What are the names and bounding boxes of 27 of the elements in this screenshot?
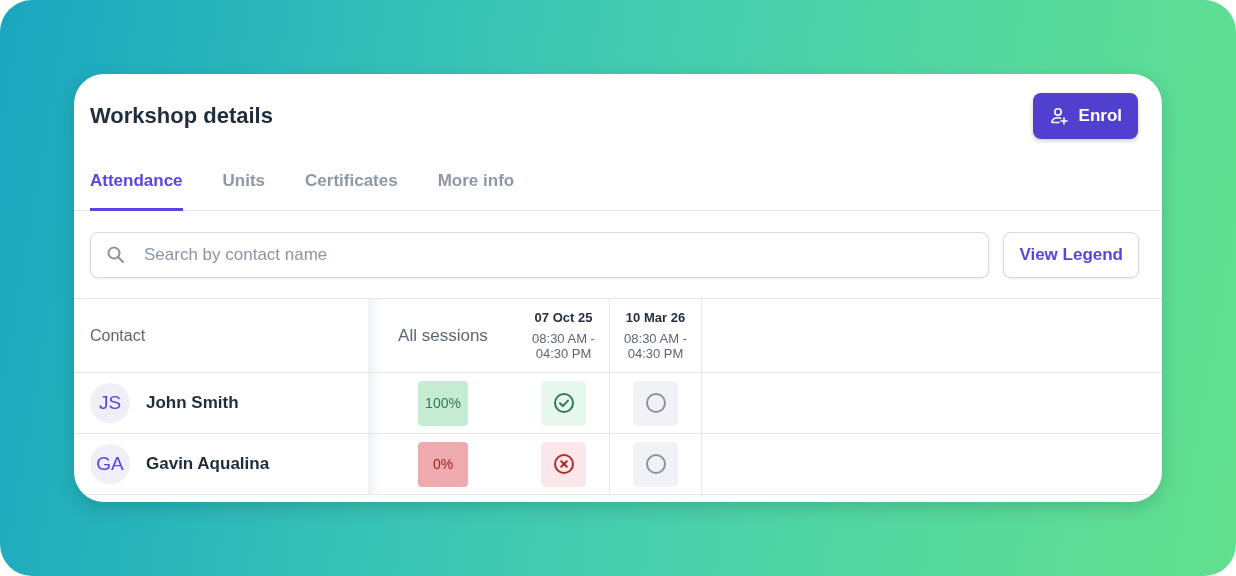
empty-circle-icon [644, 453, 667, 475]
tab[interactable]: Attendance [90, 171, 183, 211]
avatar: JS [90, 383, 130, 423]
contact-name: John Smith [146, 393, 239, 413]
add-person-icon [1048, 106, 1069, 126]
page-title: Workshop details [90, 103, 273, 129]
contact-name: Gavin Aqualina [146, 454, 270, 474]
view-legend-button[interactable]: View Legend [1003, 232, 1139, 278]
column-header: Contact [90, 326, 146, 345]
search-icon [106, 245, 126, 265]
session-time: 08:30 AM - 04:30 PM [531, 331, 596, 361]
enrol-button[interactable]: Enrol [1032, 93, 1138, 139]
session-date: 10 Mar 26 [625, 310, 686, 325]
column-header: All sessions [398, 325, 488, 346]
attendance-mark[interactable] [541, 441, 586, 487]
attendance-percent: 0% [418, 441, 468, 487]
attendance-mark[interactable] [541, 380, 586, 426]
session-date: 07 Oct 25 [534, 310, 593, 325]
attendance-mark[interactable] [633, 441, 678, 487]
session-time: 08:30 AM - 04:30 PM [623, 331, 688, 361]
check-circle-icon [552, 392, 575, 414]
empty-circle-icon [644, 392, 667, 414]
attendance-percent: 100% [418, 380, 468, 426]
search-field[interactable]: Search by contact name [90, 232, 990, 278]
cross-circle-icon [552, 453, 575, 475]
avatar: GA [90, 444, 130, 484]
attendance-mark[interactable] [633, 380, 678, 426]
